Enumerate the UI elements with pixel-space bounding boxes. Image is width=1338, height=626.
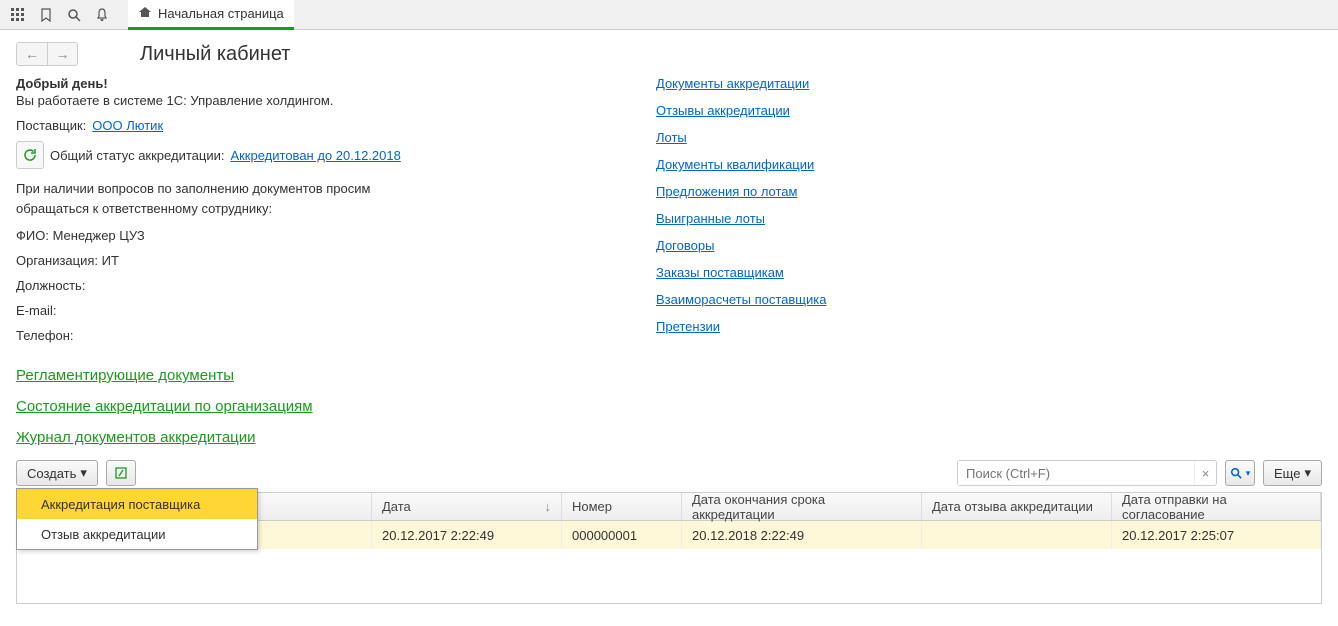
apps-icon[interactable] xyxy=(4,1,32,29)
search-input[interactable] xyxy=(958,461,1194,485)
status-label: Общий статус аккредитации: xyxy=(50,148,224,163)
link-lots[interactable]: Лоты xyxy=(656,130,1322,145)
section-reg-docs[interactable]: Регламентирующие документы xyxy=(16,367,1322,384)
link-accr-docs[interactable]: Документы аккредитации xyxy=(656,76,1322,91)
org-label: Организация: xyxy=(16,253,98,268)
home-tab[interactable]: Начальная страница xyxy=(128,0,294,30)
link-contracts[interactable]: Договоры xyxy=(656,238,1322,253)
supplier-label: Поставщик: xyxy=(16,118,86,133)
fio-label: ФИО: xyxy=(16,228,49,243)
col-end-date[interactable]: Дата окончания срока аккредитации xyxy=(682,493,922,520)
export-button[interactable] xyxy=(106,460,136,486)
search-icon[interactable] xyxy=(60,1,88,29)
caret-down-icon: ▾ xyxy=(1304,465,1311,481)
table-empty-area xyxy=(17,549,1321,603)
topbar: Начальная страница xyxy=(0,0,1338,30)
col-number[interactable]: Номер xyxy=(562,493,682,520)
cell-num: 000000001 xyxy=(562,521,682,549)
system-line: Вы работаете в системе 1С: Управление хо… xyxy=(16,93,616,108)
supplier-link[interactable]: ООО Лютик xyxy=(92,118,163,133)
search-button[interactable]: ▾ xyxy=(1225,460,1255,486)
col-date[interactable]: Дата↓ xyxy=(372,493,562,520)
email-label: E-mail: xyxy=(16,303,56,318)
greeting: Добрый день! xyxy=(16,76,616,91)
link-claims[interactable]: Претензии xyxy=(656,319,1322,334)
link-supplier-orders[interactable]: Заказы поставщикам xyxy=(656,265,1322,280)
more-label: Еще xyxy=(1274,466,1300,481)
link-accr-reviews[interactable]: Отзывы аккредитации xyxy=(656,103,1322,118)
bookmark-icon[interactable] xyxy=(32,1,60,29)
page-title: Личный кабинет xyxy=(140,43,290,66)
link-settlements[interactable]: Взаиморасчеты поставщика xyxy=(656,292,1322,307)
note-line1: При наличии вопросов по заполнению докум… xyxy=(16,179,616,199)
link-qual-docs[interactable]: Документы квалификации xyxy=(656,157,1322,172)
menu-item-supplier-accr[interactable]: Аккредитация поставщика xyxy=(17,489,257,519)
phone-label: Телефон: xyxy=(16,328,74,343)
fio-value: Менеджер ЦУЗ xyxy=(53,228,145,243)
search-box: × xyxy=(957,460,1217,486)
home-icon xyxy=(138,5,152,22)
create-label: Создать xyxy=(27,466,76,481)
home-tab-label: Начальная страница xyxy=(158,6,284,21)
link-won-lots[interactable]: Выигранные лоты xyxy=(656,211,1322,226)
create-button[interactable]: Создать ▾ xyxy=(16,460,98,486)
search-clear-button[interactable]: × xyxy=(1194,461,1216,485)
pos-label: Должность: xyxy=(16,278,85,293)
section-journal[interactable]: Журнал документов аккредитации xyxy=(16,429,1322,446)
col-revoke-date[interactable]: Дата отзыва аккредитации xyxy=(922,493,1112,520)
create-dropdown: Аккредитация поставщика Отзыв аккредитац… xyxy=(16,488,258,550)
note-line2: обращаться к ответственному сотруднику: xyxy=(16,199,616,219)
nav-back-button[interactable]: ← xyxy=(17,43,47,65)
cell-sent: 20.12.2017 2:25:07 xyxy=(1112,521,1321,549)
bell-icon[interactable] xyxy=(88,1,116,29)
sort-asc-icon: ↓ xyxy=(545,499,552,514)
cell-end: 20.12.2018 2:22:49 xyxy=(682,521,922,549)
section-accr-state[interactable]: Состояние аккредитации по организациям xyxy=(16,398,1322,415)
link-lot-proposals[interactable]: Предложения по лотам xyxy=(656,184,1322,199)
menu-item-accr-revoke[interactable]: Отзыв аккредитации xyxy=(17,519,257,549)
refresh-button[interactable] xyxy=(16,141,44,169)
org-value: ИТ xyxy=(102,253,119,268)
col-sent-date[interactable]: Дата отправки на согласование xyxy=(1112,493,1321,520)
status-link[interactable]: Аккредитован до 20.12.2018 xyxy=(230,148,400,163)
caret-down-icon: ▾ xyxy=(80,465,87,481)
cell-date: 20.12.2017 2:22:49 xyxy=(372,521,562,549)
more-button[interactable]: Еще ▾ xyxy=(1263,460,1322,486)
nav-forward-button[interactable]: → xyxy=(47,43,77,65)
cell-rev xyxy=(922,521,1112,549)
nav-buttons: ← → xyxy=(16,42,78,66)
